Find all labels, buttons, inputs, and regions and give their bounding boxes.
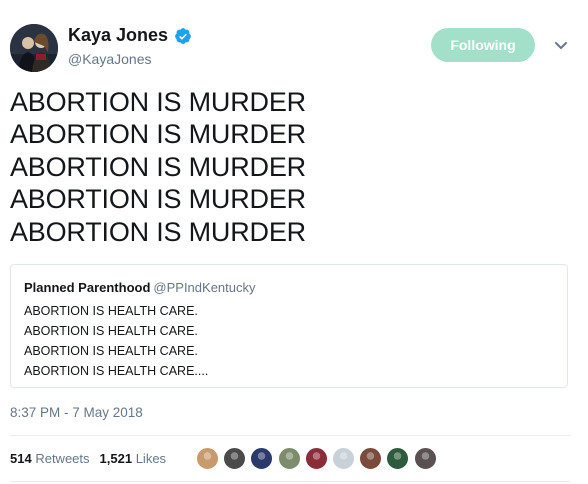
tweet-card: Kaya Jones @KayaJones Following ABORTION… — [0, 0, 588, 484]
liker-avatar-1[interactable] — [196, 447, 219, 470]
chevron-down-icon[interactable] — [552, 36, 570, 54]
liker-avatar-2[interactable] — [223, 447, 247, 470]
divider — [10, 435, 570, 436]
retweets-stat[interactable]: 514 Retweets — [10, 451, 90, 466]
likes-label: Likes — [135, 451, 167, 466]
tweet-text-line: ABORTION IS MURDER — [10, 216, 306, 247]
author-handle[interactable]: @KayaJones — [68, 51, 151, 67]
quoted-tweet-text: ABORTION IS HEALTH CARE. ABORTION IS HEA… — [24, 301, 208, 381]
tweet-stats: 514 Retweets 1,521 Likes — [10, 451, 166, 466]
retweets-label: Retweets — [35, 451, 90, 466]
author-avatar[interactable] — [10, 24, 58, 72]
liker-avatar-7[interactable] — [359, 447, 383, 470]
liker-avatar-9[interactable] — [413, 447, 437, 470]
tweet-text: ABORTION IS MURDER ABORTION IS MURDER AB… — [10, 86, 570, 248]
likes-stat[interactable]: 1,521 Likes — [100, 451, 167, 466]
liker-avatar-3[interactable] — [250, 447, 274, 470]
liker-avatar-4[interactable] — [277, 447, 301, 470]
tweet-text-line: ABORTION IS MURDER — [10, 151, 306, 182]
tweet-text-line: ABORTION IS MURDER — [10, 119, 306, 150]
following-button[interactable]: Following — [431, 28, 535, 62]
liker-avatar-5[interactable] — [304, 447, 328, 470]
likes-count: 1,521 — [99, 451, 133, 466]
tweet-text-line: ABORTION IS MURDER — [10, 184, 306, 215]
quoted-tweet[interactable]: Planned Parenthood @PPIndKentucky ABORTIO… — [10, 264, 568, 388]
quoted-author-name: Planned Parenthood — [24, 280, 151, 295]
liker-avatar-6[interactable] — [331, 447, 355, 470]
quoted-author-handle: @PPIndKentucky — [153, 280, 256, 295]
liker-avatars — [196, 447, 437, 470]
avatar-photo-icon — [10, 24, 58, 72]
quoted-text-line: ABORTION IS HEALTH CARE. — [24, 344, 198, 358]
tweet-text-line: ABORTION IS MURDER — [10, 87, 306, 117]
divider — [10, 481, 570, 482]
author-name-row: Kaya Jones — [68, 25, 192, 46]
tweet-timestamp[interactable]: 8:37 PM - 7 May 2018 — [10, 405, 143, 420]
author-display-name[interactable]: Kaya Jones — [68, 25, 168, 46]
liker-avatar-8[interactable] — [386, 447, 410, 470]
verified-badge-icon — [174, 27, 192, 45]
retweets-count: 514 — [10, 451, 32, 466]
quoted-text-line: ABORTION IS HEALTH CARE. — [24, 324, 198, 338]
quoted-text-line: ABORTION IS HEALTH CARE.... — [24, 364, 209, 378]
quoted-tweet-header: Planned Parenthood @PPIndKentucky — [24, 280, 256, 295]
quoted-text-line: ABORTION IS HEALTH CARE. — [24, 304, 198, 318]
